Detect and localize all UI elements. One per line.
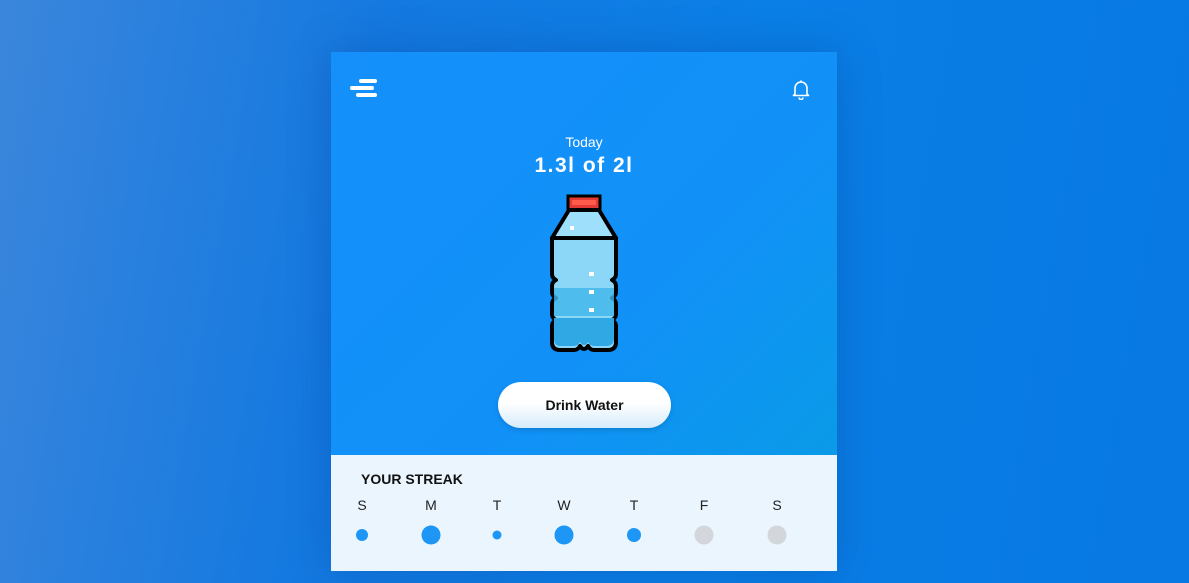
streak-day-dot[interactable] [767, 525, 787, 545]
streak-day-dot[interactable] [356, 529, 368, 541]
streak-panel: YOUR STREAK S M T W T F S [331, 455, 837, 571]
streak-day-dot[interactable] [694, 525, 714, 545]
streak-day-label: T [492, 497, 502, 513]
streak-title: YOUR STREAK [361, 471, 463, 487]
streak-day-dot[interactable] [627, 528, 641, 542]
intake-amount: 1.3l of 2l [534, 154, 634, 177]
menu-icon[interactable] [350, 79, 379, 99]
streak-day-label: W [557, 497, 571, 513]
streak-day-label: M [425, 497, 437, 513]
water-bottle-icon [550, 194, 618, 352]
bell-icon[interactable] [790, 78, 812, 100]
streak-day-label: F [699, 497, 709, 513]
drink-water-button[interactable]: Drink Water [498, 382, 671, 428]
today-label: Today [565, 134, 603, 150]
streak-day-dot[interactable] [421, 525, 441, 545]
streak-day-dot[interactable] [554, 525, 574, 545]
hero-panel: Today 1.3l of 2l Drink Water [331, 52, 837, 455]
streak-day-label: S [772, 497, 782, 513]
water-tracker-card: Today 1.3l of 2l Drink Water YOUR STREAK… [331, 52, 837, 571]
streak-day-dot[interactable] [492, 530, 502, 540]
streak-day-label: S [357, 497, 367, 513]
streak-day-label: T [629, 497, 639, 513]
